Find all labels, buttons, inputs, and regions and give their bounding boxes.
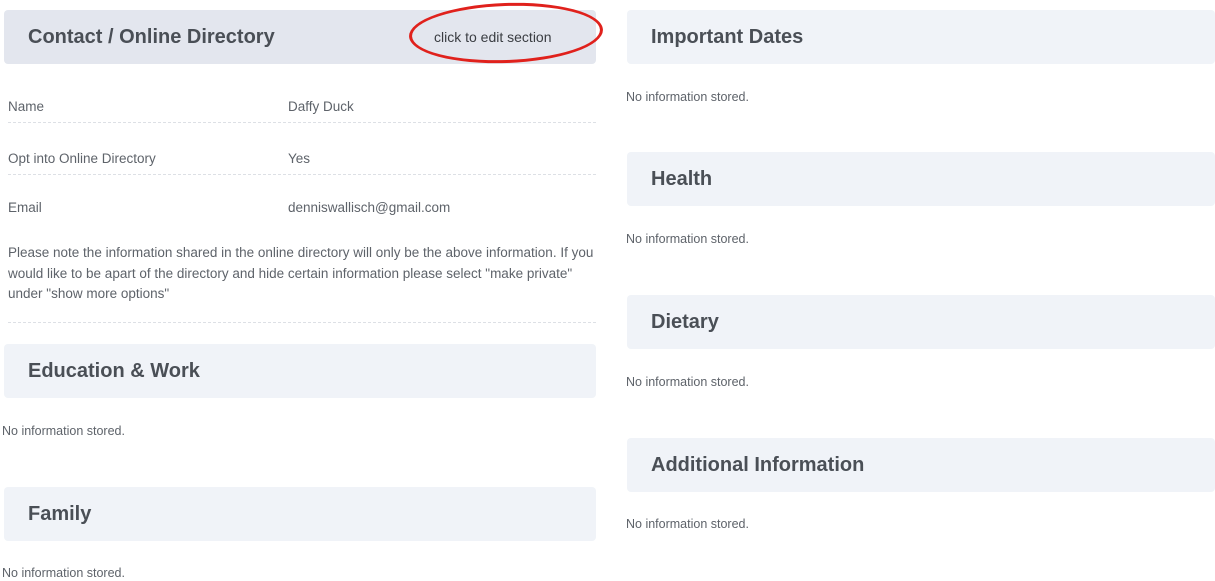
row-value: Yes: [288, 151, 311, 166]
row-label: Name: [8, 99, 45, 114]
edit-section-link[interactable]: click to edit section: [434, 29, 552, 45]
health-section-header[interactable]: Health: [627, 152, 1215, 206]
contact-row-email: Email denniswallisch@gmail.com: [8, 173, 596, 224]
important-dates-section-title: Important Dates: [651, 25, 804, 48]
dietary-section-header[interactable]: Dietary: [627, 295, 1215, 349]
family-section-header[interactable]: Family: [4, 487, 596, 541]
row-value: Daffy Duck: [288, 99, 354, 114]
family-section-title: Family: [28, 502, 92, 525]
additional-info-empty-text: No information stored.: [626, 517, 749, 531]
family-empty-text: No information stored.: [2, 566, 125, 580]
education-empty-text: No information stored.: [2, 424, 125, 438]
directory-note: Please note the information shared in th…: [8, 243, 596, 323]
contact-section-title: Contact / Online Directory: [28, 25, 275, 48]
additional-info-section-title: Additional Information: [651, 453, 865, 476]
education-section-title: Education & Work: [28, 359, 200, 382]
row-value: denniswallisch@gmail.com: [288, 200, 451, 215]
important-dates-section-header[interactable]: Important Dates: [627, 10, 1215, 64]
important-dates-empty-text: No information stored.: [626, 90, 749, 104]
contact-section-header[interactable]: Contact / Online Directory click to edit…: [4, 10, 596, 64]
additional-info-section-header[interactable]: Additional Information: [627, 438, 1215, 492]
contact-row-directory: Opt into Online Directory Yes: [8, 124, 596, 175]
education-section-header[interactable]: Education & Work: [4, 344, 596, 398]
contact-row-name: Name Daffy Duck: [8, 72, 596, 123]
row-label: Opt into Online Directory: [8, 151, 156, 166]
health-empty-text: No information stored.: [626, 232, 749, 246]
health-section-title: Health: [651, 167, 713, 190]
dietary-section-title: Dietary: [651, 310, 719, 333]
dietary-empty-text: No information stored.: [626, 375, 749, 389]
row-label: Email: [8, 200, 42, 215]
